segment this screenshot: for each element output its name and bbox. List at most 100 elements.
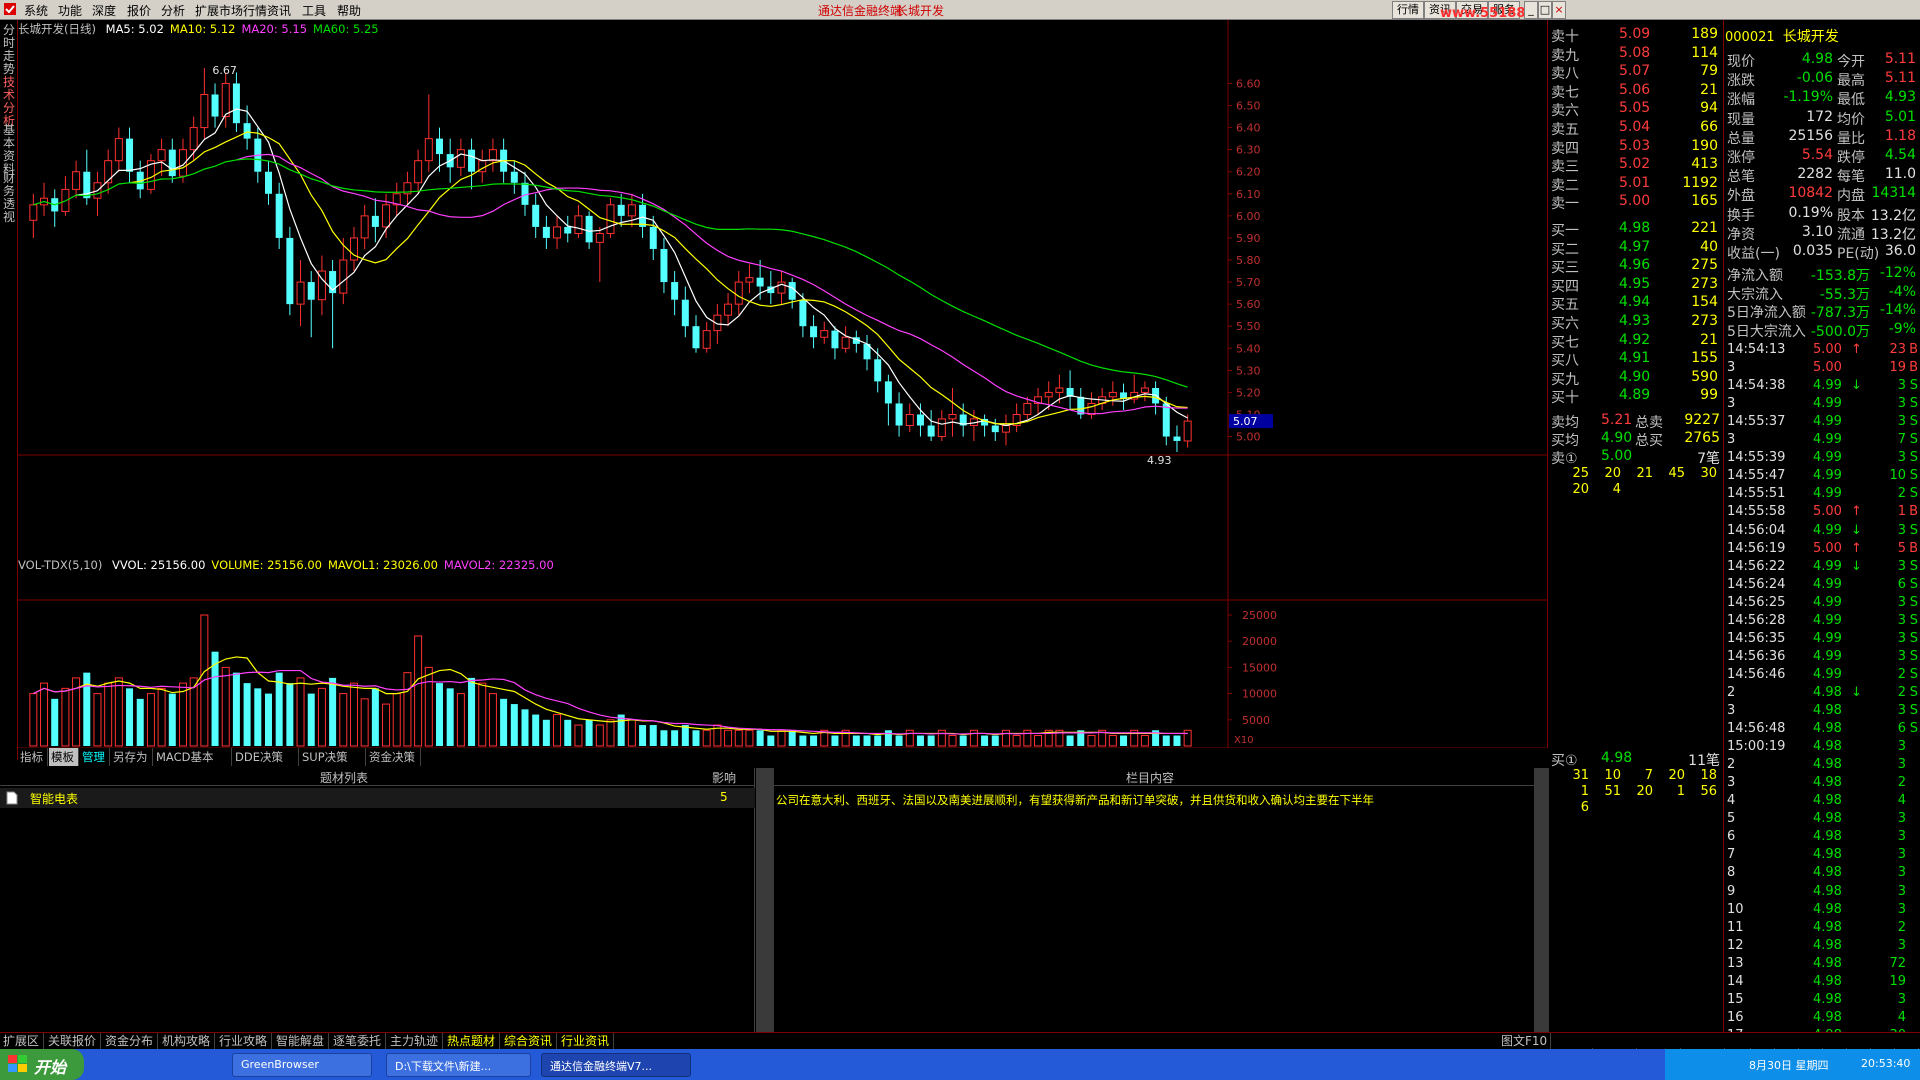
- minimize-button[interactable]: _: [1524, 1, 1538, 19]
- chart-tab[interactable]: 管理: [80, 748, 110, 766]
- tick-side: S: [1909, 703, 1918, 718]
- tick-volume: 3: [1897, 630, 1906, 646]
- quote-mode-button[interactable]: 行情: [1392, 1, 1424, 19]
- status-tab[interactable]: 行业资讯: [558, 1033, 614, 1049]
- tab-technical[interactable]: 技术分析: [1, 76, 17, 128]
- theme-impact: 5: [720, 790, 728, 804]
- status-tab[interactable]: 智能解盘: [273, 1033, 329, 1049]
- chart-tab[interactable]: 模板: [49, 748, 79, 766]
- bid-price: 4.98: [1619, 220, 1651, 236]
- tick-row: 4 4.98 4: [1725, 793, 1920, 810]
- menu-depth[interactable]: 深度: [92, 2, 116, 19]
- candle-body: [532, 204, 540, 227]
- tick-time: 14:56:36: [1727, 648, 1786, 664]
- chart-tab[interactable]: MACD基本: [154, 748, 232, 766]
- kline-chart[interactable]: 6.60 6.50 6.40 6.30 6.20 6.10 6.00 5.90 5.80 5.70…: [18, 20, 1548, 760]
- maximize-button[interactable]: □: [1538, 1, 1552, 19]
- taskbar-app-tdx[interactable]: 通达信金融终端V7...: [541, 1053, 691, 1077]
- queue-cell: 51: [1604, 784, 1621, 799]
- stats-row: 换手 0.19% 股本 13.2亿: [1725, 205, 1920, 224]
- stat-value: 14314: [1871, 185, 1916, 202]
- status-tab[interactable]: 资金分布: [102, 1033, 158, 1049]
- volume-bar: [136, 698, 144, 746]
- status-tab[interactable]: 逐笔委托: [330, 1033, 386, 1049]
- candle-body: [606, 204, 615, 235]
- chart-tab[interactable]: 另存为: [111, 748, 153, 766]
- status-tab[interactable]: 综合资讯: [501, 1033, 557, 1049]
- menu-function[interactable]: 功能: [58, 2, 82, 19]
- flow-value: -787.3万: [1810, 305, 1870, 322]
- taskbar-app-folder[interactable]: D:\下载文件\新建...: [386, 1053, 531, 1077]
- volume-bar: [574, 724, 583, 747]
- total-label: 总买: [1635, 433, 1663, 449]
- close-button[interactable]: ×: [1552, 1, 1566, 19]
- theme-row[interactable]: 智能电表 5: [0, 788, 755, 808]
- candle-body: [905, 413, 914, 427]
- status-tab[interactable]: 关联报价: [45, 1033, 101, 1049]
- right-scrollbar[interactable]: [1534, 768, 1549, 1032]
- menu-help[interactable]: 帮助: [337, 2, 361, 19]
- volume-bar: [745, 729, 754, 747]
- tick-arrow: ↓: [1851, 522, 1862, 538]
- tab-intraday[interactable]: 分时走势: [1, 24, 17, 76]
- candle-body: [1023, 402, 1032, 415]
- status-f10[interactable]: 图文F10: [1498, 1033, 1552, 1049]
- tick-arrow: ↑: [1851, 540, 1862, 556]
- menu-quote[interactable]: 报价: [127, 2, 151, 19]
- volume-bar: [40, 682, 49, 747]
- menu-extended-market[interactable]: 扩展市场行情: [195, 2, 267, 19]
- status-tab[interactable]: 机构攻略: [159, 1033, 215, 1049]
- ask-row: 卖五 5.04 66: [1549, 119, 1724, 138]
- stat-label: 每笔: [1837, 169, 1865, 186]
- stat-label: 内盘: [1837, 188, 1865, 205]
- menu-news[interactable]: 资讯: [267, 2, 291, 19]
- volume-bar: [1140, 735, 1149, 747]
- status-tab[interactable]: 行业攻略: [216, 1033, 272, 1049]
- tab-basic-info[interactable]: 基本资料: [1, 124, 17, 176]
- chart-tab[interactable]: 资金决策: [367, 748, 421, 766]
- price-tick: 5.00: [1236, 431, 1261, 444]
- chart-tab[interactable]: DDE决策: [233, 748, 299, 766]
- volume-bar: [114, 677, 123, 747]
- tick-time: 8: [1727, 865, 1736, 881]
- volume-bar: [146, 693, 155, 747]
- candle-body: [895, 403, 903, 426]
- status-tab[interactable]: 热点题材: [444, 1033, 500, 1049]
- tick-row: 10 4.98 3: [1725, 902, 1920, 919]
- queue-cell: 20: [1604, 466, 1621, 481]
- stat-label: 最低: [1837, 92, 1865, 109]
- volume-bar: [382, 703, 391, 747]
- candle-body: [510, 171, 518, 183]
- status-tab[interactable]: 扩展区: [0, 1033, 44, 1049]
- tick-row: 13 4.98 72: [1725, 956, 1920, 973]
- tick-price: 4.98: [1813, 775, 1842, 791]
- candle-body: [1173, 436, 1181, 441]
- candle-body: [948, 413, 957, 420]
- menu-system[interactable]: 系统: [24, 2, 48, 19]
- taskbar-app-tdx-label: 通达信金融终端V7...: [550, 1060, 653, 1073]
- stat-label: 现量: [1727, 111, 1755, 128]
- start-button[interactable]: 开始: [0, 1049, 84, 1080]
- ask-row: 卖七 5.06 21: [1549, 82, 1724, 101]
- chart-tab[interactable]: SUP决策: [300, 748, 366, 766]
- volume-bar: [221, 666, 230, 747]
- tab-finance[interactable]: 财务透视: [1, 172, 17, 224]
- bid-price: 4.92: [1619, 331, 1651, 348]
- status-tab[interactable]: 主力轨迹: [387, 1033, 443, 1049]
- menu-analysis[interactable]: 分析: [161, 2, 185, 19]
- kline-chart-panel[interactable]: 6.60 6.50 6.40 6.30 6.20 6.10 6.00 5.90 5.80 5.70…: [18, 20, 1548, 760]
- tick-volume: 3: [1897, 703, 1906, 718]
- volume-bar: [424, 666, 433, 747]
- tick-time: 14:56:04: [1727, 522, 1786, 538]
- taskbar-app-browser[interactable]: GreenBrowser: [232, 1053, 372, 1077]
- tick-price: 4.98: [1813, 955, 1842, 971]
- candle-body: [1140, 387, 1149, 393]
- tick-price: 4.98: [1813, 847, 1842, 863]
- price-tick: 6.40: [1236, 122, 1261, 135]
- tick-price: 4.98: [1813, 865, 1842, 881]
- left-scrollbar[interactable]: [756, 768, 774, 1032]
- price-tick: 6.60: [1236, 77, 1261, 90]
- menu-tools[interactable]: 工具: [302, 2, 326, 19]
- stat-label: 股本: [1837, 207, 1865, 224]
- chart-tab[interactable]: 指标: [18, 748, 48, 766]
